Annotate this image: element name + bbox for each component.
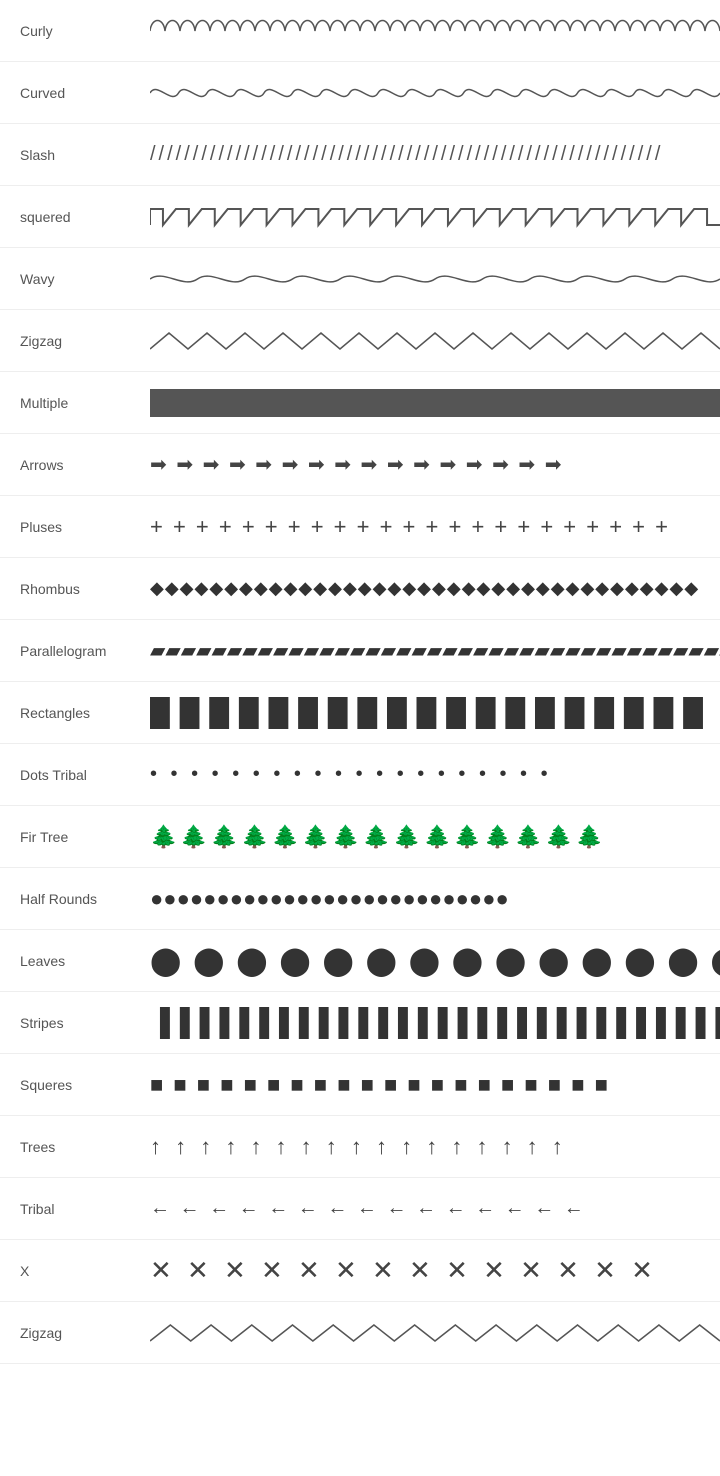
pattern-label-wavy: Wavy — [0, 271, 150, 287]
pattern-row-curved: Curved — [0, 62, 720, 124]
pattern-row-trees: Trees ↑ ↑ ↑ ↑ ↑ ↑ ↑ ↑ ↑ ↑ ↑ ↑ ↑ ↑ ↑ ↑ ↑ — [0, 1116, 720, 1178]
trees-visual: ↑ ↑ ↑ ↑ ↑ ↑ ↑ ↑ ↑ ↑ ↑ ↑ ↑ ↑ ↑ ↑ ↑ — [150, 1125, 720, 1169]
rhombus-visual: ◆◆◆◆◆◆◆◆◆◆◆◆◆◆◆◆◆◆◆◆◆◆◆◆◆◆◆◆◆◆◆◆◆◆◆◆◆ — [150, 567, 720, 611]
pattern-row-fir-tree: Fir Tree 🌲🌲🌲🌲🌲🌲🌲🌲🌲🌲🌲🌲🌲🌲🌲 — [0, 806, 720, 868]
pattern-label-half-rounds: Half Rounds — [0, 891, 150, 907]
curly-visual — [150, 9, 720, 53]
pattern-row-dots-tribal: Dots Tribal • • • • • • • • • • • • • • … — [0, 744, 720, 806]
arrows-visual: ➡ ➡ ➡ ➡ ➡ ➡ ➡ ➡ ➡ ➡ ➡ ➡ ➡ ➡ ➡ ➡ — [150, 443, 720, 487]
pattern-row-arrows: Arrows ➡ ➡ ➡ ➡ ➡ ➡ ➡ ➡ ➡ ➡ ➡ ➡ ➡ ➡ ➡ ➡ — [0, 434, 720, 496]
pattern-row-wavy: Wavy — [0, 248, 720, 310]
pattern-label-curly: Curly — [0, 23, 150, 39]
slash-visual: ////////////////////////////////////////… — [150, 133, 720, 177]
curved-visual — [150, 71, 720, 115]
wavy-visual — [150, 257, 720, 301]
pattern-label-parallelogram: Parallelogram — [0, 643, 150, 659]
pattern-label-tribal: Tribal — [0, 1201, 150, 1217]
pattern-label-rhombus: Rhombus — [0, 581, 150, 597]
rectangles-visual: █ █ █ █ █ █ █ █ █ █ █ █ █ █ █ █ █ █ █ — [150, 691, 720, 735]
pattern-label-trees: Trees — [0, 1139, 150, 1155]
pattern-row-squared: squered — [0, 186, 720, 248]
pattern-label-zigzag: Zigzag — [0, 333, 150, 349]
pattern-label-leaves: Leaves — [0, 953, 150, 969]
squeres-visual: ■ ■ ■ ■ ■ ■ ■ ■ ■ ■ ■ ■ ■ ■ ■ ■ ■ ■ ■ ■ — [150, 1063, 720, 1107]
pattern-label-rectangles: Rectangles — [0, 705, 150, 721]
pattern-label-pluses: Pluses — [0, 519, 150, 535]
tribal-visual: ← ← ← ← ← ← ← ← ← ← ← ← ← ← ← — [150, 1187, 720, 1231]
pattern-label-stripes: Stripes — [0, 1015, 150, 1031]
halfrounds-visual: ●●●●●●●●●●●●●●●●●●●●●●●●●●● — [150, 877, 720, 921]
pattern-row-slash: Slash //////////////////////////////////… — [0, 124, 720, 186]
zigzag1-visual — [150, 319, 720, 363]
pattern-label-slash: Slash — [0, 147, 150, 163]
pattern-label-squared: squered — [0, 209, 150, 225]
pattern-row-zigzag: Zigzag — [0, 310, 720, 372]
firtree-visual: 🌲🌲🌲🌲🌲🌲🌲🌲🌲🌲🌲🌲🌲🌲🌲 — [150, 815, 720, 859]
zigzag2-visual — [150, 1311, 720, 1355]
pattern-row-x: X ✕ ✕ ✕ ✕ ✕ ✕ ✕ ✕ ✕ ✕ ✕ ✕ ✕ ✕ — [0, 1240, 720, 1302]
dots-visual: • • • • • • • • • • • • • • • • • • • • — [150, 753, 720, 797]
x-visual: ✕ ✕ ✕ ✕ ✕ ✕ ✕ ✕ ✕ ✕ ✕ ✕ ✕ ✕ — [150, 1249, 720, 1293]
pattern-label-multiple: Multiple — [0, 395, 150, 411]
leaves-visual: ⬤ ⬤ ⬤ ⬤ ⬤ ⬤ ⬤ ⬤ ⬤ ⬤ ⬤ ⬤ ⬤ ⬤ ⬤ — [150, 939, 720, 983]
parallelogram-visual: ▰▰▰▰▰▰▰▰▰▰▰▰▰▰▰▰▰▰▰▰▰▰▰▰▰▰▰▰▰▰▰▰▰▰▰▰▰▰▰▰… — [150, 629, 720, 673]
squared-visual — [150, 195, 720, 239]
stripes-visual: ▐▐▐▐▐▐▐▐▐▐▐▐▐▐▐▐▐▐▐▐▐▐▐▐▐▐▐▐▐▐▐▐▐▐▐▐ — [150, 1001, 720, 1045]
pattern-row-half-rounds: Half Rounds ●●●●●●●●●●●●●●●●●●●●●●●●●●● — [0, 868, 720, 930]
pattern-row-stripes: Stripes ▐▐▐▐▐▐▐▐▐▐▐▐▐▐▐▐▐▐▐▐▐▐▐▐▐▐▐▐▐▐▐▐… — [0, 992, 720, 1054]
pattern-row-squeres: Squeres ■ ■ ■ ■ ■ ■ ■ ■ ■ ■ ■ ■ ■ ■ ■ ■ … — [0, 1054, 720, 1116]
pattern-label-fir-tree: Fir Tree — [0, 829, 150, 845]
pattern-row-parallelogram: Parallelogram ▰▰▰▰▰▰▰▰▰▰▰▰▰▰▰▰▰▰▰▰▰▰▰▰▰▰… — [0, 620, 720, 682]
pattern-label-x: X — [0, 1263, 150, 1279]
pattern-row-leaves: Leaves ⬤ ⬤ ⬤ ⬤ ⬤ ⬤ ⬤ ⬤ ⬤ ⬤ ⬤ ⬤ ⬤ ⬤ ⬤ — [0, 930, 720, 992]
pattern-row-curly: Curly — [0, 0, 720, 62]
pattern-row-zigzag2: Zigzag — [0, 1302, 720, 1364]
pattern-label-squeres: Squeres — [0, 1077, 150, 1093]
pattern-row-rhombus: Rhombus ◆◆◆◆◆◆◆◆◆◆◆◆◆◆◆◆◆◆◆◆◆◆◆◆◆◆◆◆◆◆◆◆… — [0, 558, 720, 620]
pattern-label-zigzag2: Zigzag — [0, 1325, 150, 1341]
pattern-row-tribal: Tribal ← ← ← ← ← ← ← ← ← ← ← ← ← ← ← — [0, 1178, 720, 1240]
pattern-label-arrows: Arrows — [0, 457, 150, 473]
pattern-label-curved: Curved — [0, 85, 150, 101]
pattern-row-rectangles: Rectangles █ █ █ █ █ █ █ █ █ █ █ █ █ █ █… — [0, 682, 720, 744]
pattern-row-multiple: Multiple — [0, 372, 720, 434]
pattern-label-dots-tribal: Dots Tribal — [0, 767, 150, 783]
multiple-visual — [150, 381, 720, 425]
pattern-row-pluses: Pluses + + + + + + + + + + + + + + + + +… — [0, 496, 720, 558]
pluses-visual: + + + + + + + + + + + + + + + + + + + + … — [150, 505, 720, 549]
